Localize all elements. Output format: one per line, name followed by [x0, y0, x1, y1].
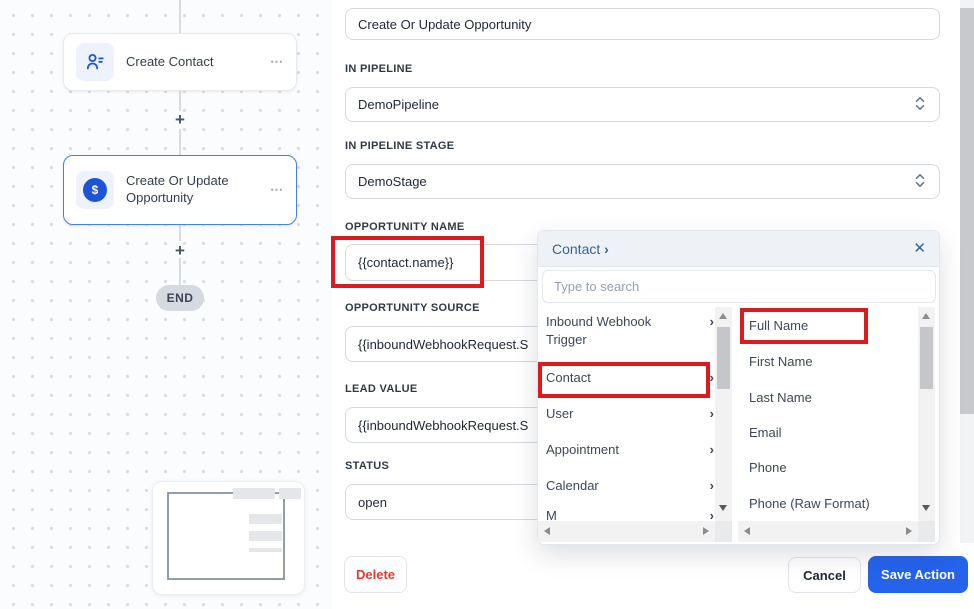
menu-item-full-name[interactable]: Full Name — [749, 317, 909, 335]
add-step-button[interactable]: + — [171, 110, 189, 130]
connector-line — [179, 258, 181, 286]
chevron-right-icon: › — [710, 477, 714, 495]
connector-line — [179, 129, 181, 155]
chevron-right-icon: › — [710, 313, 714, 331]
cancel-button[interactable]: Cancel — [788, 557, 861, 593]
left-list-horizontal-scrollbar[interactable] — [538, 521, 715, 542]
connector-line — [179, 91, 181, 111]
workflow-minimap[interactable] — [152, 481, 305, 595]
workflow-canvas[interactable]: Create Contact ⋯ + $ Create Or Update Op… — [0, 0, 332, 609]
scrollbar-corner — [918, 521, 935, 542]
chevron-right-icon: › — [710, 369, 714, 387]
custom-values-popup: Contact › ✕ Inbound Webhook Trigger › Co… — [537, 230, 940, 545]
right-list-horizontal-scrollbar[interactable] — [738, 521, 918, 542]
pipeline-select[interactable]: DemoPipeline — [345, 87, 940, 122]
menu-item-inbound-webhook-trigger[interactable]: Inbound Webhook Trigger › — [546, 313, 714, 348]
field-label-opportunity-source: OPPORTUNITY SOURCE — [345, 302, 480, 314]
chevron-updown-icon — [915, 173, 925, 191]
dollar-icon: $ — [76, 171, 114, 209]
menu-item-user[interactable]: User › — [546, 405, 714, 423]
menu-item-first-name[interactable]: First Name — [749, 353, 909, 371]
node-label: Create Contact — [126, 54, 258, 71]
contact-person-icon — [76, 43, 114, 81]
connector-line — [179, 225, 181, 241]
left-list-vertical-scrollbar[interactable] — [715, 307, 732, 521]
menu-item-last-name[interactable]: Last Name — [749, 389, 909, 407]
breadcrumb-chevron-icon: › — [604, 241, 609, 257]
action-name-input[interactable] — [345, 8, 940, 40]
save-action-button[interactable]: Save Action — [868, 556, 968, 593]
chevron-right-icon: › — [710, 441, 714, 459]
popup-search-input[interactable] — [542, 270, 936, 303]
add-step-button[interactable]: + — [171, 241, 189, 261]
menu-item-email[interactable]: Email — [749, 424, 909, 442]
field-label-in-pipeline-stage: IN PIPELINE STAGE — [345, 140, 454, 152]
popup-breadcrumb: Contact › — [538, 231, 939, 267]
node-menu-dots-icon[interactable]: ⋯ — [270, 54, 284, 70]
node-create-contact[interactable]: Create Contact ⋯ — [63, 33, 297, 91]
chevron-updown-icon — [915, 96, 925, 114]
panel-scrollbar[interactable] — [960, 0, 974, 543]
connector-line — [179, 0, 181, 33]
close-icon[interactable]: ✕ — [913, 239, 926, 257]
field-label-in-pipeline: IN PIPELINE — [345, 63, 412, 75]
field-label-opportunity-name: OPPORTUNITY NAME — [345, 221, 465, 233]
menu-item-clipped[interactable]: M › — [546, 511, 714, 521]
field-label-status: STATUS — [345, 460, 389, 472]
menu-item-phone-raw-format[interactable]: Phone (Raw Format) — [749, 495, 909, 513]
chevron-right-icon: › — [710, 405, 714, 423]
menu-item-contact[interactable]: Contact › — [546, 369, 714, 387]
end-node: END — [156, 285, 204, 311]
field-label-lead-value: LEAD VALUE — [345, 383, 417, 395]
delete-button[interactable]: Delete — [344, 556, 407, 593]
node-create-or-update-opportunity[interactable]: $ Create Or Update Opportunity ⋯ — [63, 155, 297, 225]
panel-scrollbar-thumb[interactable] — [960, 8, 974, 414]
pipeline-stage-select[interactable]: DemoStage — [345, 164, 940, 199]
menu-item-appointment[interactable]: Appointment › — [546, 441, 714, 459]
scrollbar-corner — [715, 521, 732, 542]
node-label: Create Or Update Opportunity — [126, 173, 258, 207]
chevron-right-icon: › — [710, 511, 714, 521]
menu-item-calendar[interactable]: Calendar › — [546, 477, 714, 495]
right-list-vertical-scrollbar[interactable] — [918, 307, 935, 521]
workflow-builder-screen: Create Contact ⋯ + $ Create Or Update Op… — [0, 0, 974, 609]
menu-item-phone[interactable]: Phone — [749, 459, 909, 477]
node-menu-dots-icon[interactable]: ⋯ — [270, 182, 284, 198]
